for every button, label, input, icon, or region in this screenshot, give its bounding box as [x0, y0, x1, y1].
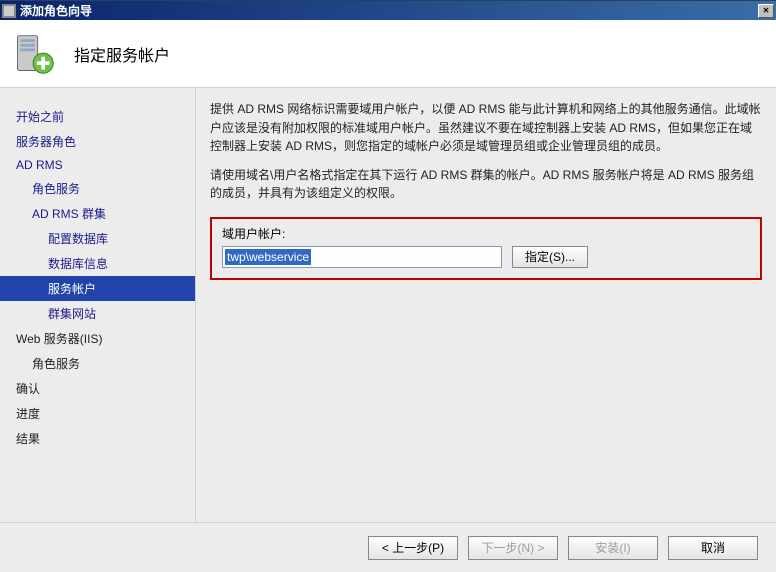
sidebar-item-web-iis[interactable]: Web 服务器(IIS)	[0, 326, 195, 351]
wizard-content: 提供 AD RMS 网络标识需要域用户帐户，以便 AD RMS 能与此计算机和网…	[196, 88, 776, 522]
wizard-header: 指定服务帐户	[0, 20, 776, 88]
sidebar-item-db-info[interactable]: 数据库信息	[0, 251, 195, 276]
sidebar-item-ad-rms[interactable]: AD RMS	[0, 154, 195, 176]
page-title: 指定服务帐户	[74, 42, 170, 66]
sidebar-item-config-db[interactable]: 配置数据库	[0, 226, 195, 251]
domain-account-label: 域用户帐户:	[222, 225, 750, 242]
server-role-icon	[12, 32, 56, 76]
specify-button[interactable]: 指定(S)...	[512, 246, 588, 268]
domain-account-row: twp\webservice 指定(S)...	[222, 246, 750, 268]
previous-button[interactable]: < 上一步(P)	[368, 536, 458, 560]
wizard-sidebar: 开始之前 服务器角色 AD RMS 角色服务 AD RMS 群集 配置数据库 数…	[0, 88, 196, 522]
wizard-body: 开始之前 服务器角色 AD RMS 角色服务 AD RMS 群集 配置数据库 数…	[0, 88, 776, 522]
next-button: 下一步(N) >	[468, 536, 558, 560]
wizard-footer: < 上一步(P) 下一步(N) > 安装(I) 取消	[0, 522, 776, 572]
sidebar-item-service-account[interactable]: 服务帐户	[0, 276, 195, 301]
close-button[interactable]: ✕	[758, 4, 774, 18]
sidebar-item-role-services[interactable]: 角色服务	[0, 176, 195, 201]
sidebar-item-before-begin[interactable]: 开始之前	[0, 104, 195, 129]
description-para2: 请使用域名\用户名格式指定在其下运行 AD RMS 群集的帐户。AD RMS 服…	[210, 166, 762, 203]
domain-account-input[interactable]: twp\webservice	[222, 246, 502, 268]
install-button: 安装(I)	[568, 536, 658, 560]
app-icon	[2, 4, 16, 18]
description-para1: 提供 AD RMS 网络标识需要域用户帐户，以便 AD RMS 能与此计算机和网…	[210, 100, 762, 156]
domain-account-value: twp\webservice	[225, 249, 311, 265]
description-block: 提供 AD RMS 网络标识需要域用户帐户，以便 AD RMS 能与此计算机和网…	[210, 100, 762, 203]
sidebar-item-server-roles[interactable]: 服务器角色	[0, 129, 195, 154]
sidebar-item-progress[interactable]: 进度	[0, 401, 195, 426]
sidebar-item-results[interactable]: 结果	[0, 426, 195, 451]
sidebar-item-confirm[interactable]: 确认	[0, 376, 195, 401]
window-title: 添加角色向导	[20, 2, 92, 19]
window-titlebar: 添加角色向导 ✕	[0, 0, 776, 20]
sidebar-item-adrms-cluster[interactable]: AD RMS 群集	[0, 201, 195, 226]
titlebar-left: 添加角色向导	[2, 2, 92, 19]
cancel-button[interactable]: 取消	[668, 536, 758, 560]
sidebar-item-cluster-site[interactable]: 群集网站	[0, 301, 195, 326]
sidebar-item-iis-role-services[interactable]: 角色服务	[0, 351, 195, 376]
domain-account-frame: 域用户帐户: twp\webservice 指定(S)...	[210, 217, 762, 280]
